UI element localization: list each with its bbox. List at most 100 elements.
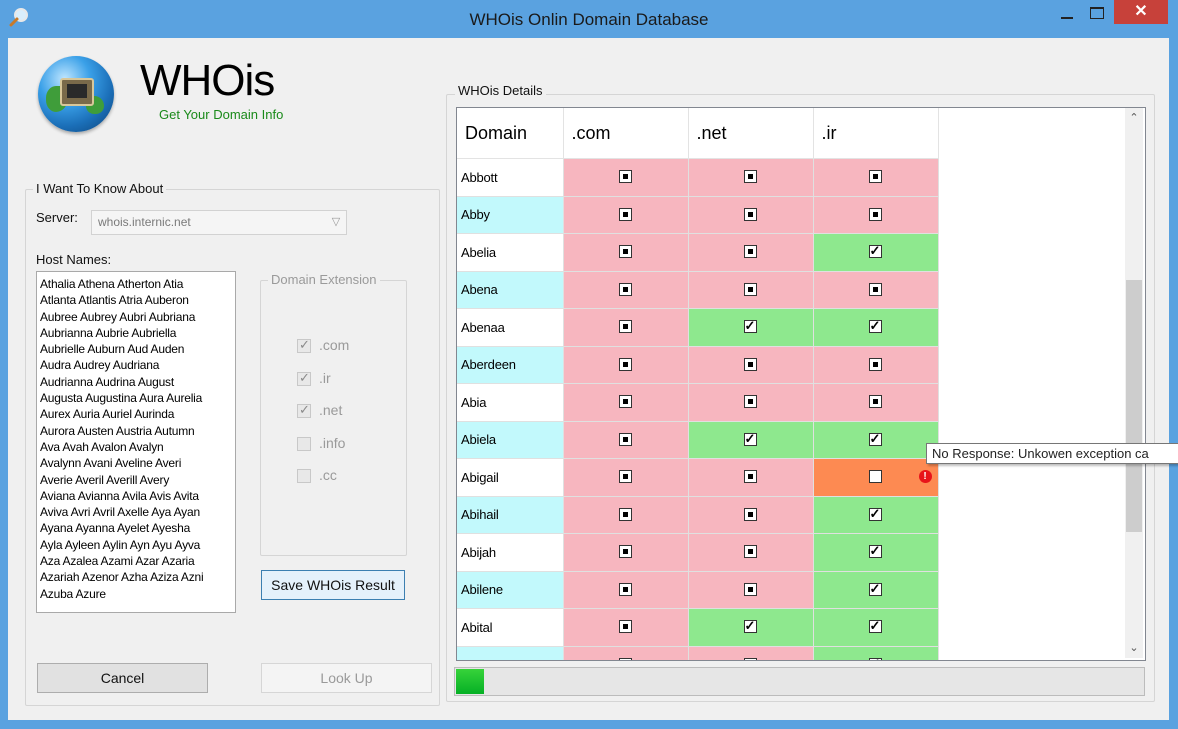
domain-name-cell[interactable]: Abby: [457, 196, 564, 234]
availability-cell[interactable]: [813, 346, 939, 384]
availability-checkbox[interactable]: [743, 318, 757, 334]
availability-checkbox[interactable]: [618, 470, 632, 484]
availability-cell[interactable]: [688, 533, 814, 572]
availability-checkbox[interactable]: [868, 357, 882, 371]
availability-cell[interactable]: [563, 458, 689, 497]
availability-cell[interactable]: [563, 346, 689, 384]
availability-checkbox[interactable]: [743, 545, 757, 559]
availability-cell[interactable]: [563, 233, 689, 272]
availability-cell[interactable]: [563, 421, 689, 459]
availability-checkbox[interactable]: [618, 657, 632, 660]
availability-cell[interactable]: [813, 496, 939, 534]
availability-cell[interactable]: [688, 308, 814, 347]
domain-name-cell[interactable]: Abiela: [457, 421, 564, 459]
availability-checkbox[interactable]: [743, 245, 757, 259]
table-row[interactable]: Abbott: [457, 158, 939, 197]
extension-checkbox[interactable]: [297, 337, 311, 353]
availability-checkbox[interactable]: [743, 507, 757, 521]
availability-checkbox[interactable]: [618, 282, 632, 296]
availability-checkbox[interactable]: [618, 207, 632, 221]
title-bar[interactable]: WHOis Onlin Domain Database ✕: [0, 0, 1178, 38]
table-row[interactable]: Aberdeen: [457, 346, 939, 384]
availability-cell[interactable]: [688, 346, 814, 384]
availability-cell[interactable]: [813, 158, 939, 197]
availability-cell[interactable]: [813, 646, 939, 660]
availability-checkbox[interactable]: [868, 618, 882, 634]
results-grid[interactable]: Domain.com.net.ir AbbottAbbyAbeliaAbenaA…: [456, 107, 1146, 661]
server-select[interactable]: whois.internic.net ▽: [91, 210, 347, 235]
availability-checkbox[interactable]: [743, 582, 757, 596]
availability-checkbox[interactable]: [618, 395, 632, 409]
domain-name-cell[interactable]: Abijah: [457, 533, 564, 572]
availability-checkbox[interactable]: [618, 320, 632, 334]
availability-cell[interactable]: [563, 533, 689, 572]
availability-checkbox[interactable]: [618, 357, 632, 371]
availability-cell[interactable]: [688, 571, 814, 609]
cancel-button[interactable]: Cancel: [37, 663, 208, 693]
domain-name-cell[interactable]: Abital: [457, 608, 564, 647]
availability-cell[interactable]: [813, 608, 939, 647]
domain-name-cell[interactable]: Abilene: [457, 571, 564, 609]
availability-cell[interactable]: [688, 196, 814, 234]
availability-cell[interactable]: [813, 233, 939, 272]
domain-name-cell[interactable]: Aberdeen: [457, 346, 564, 384]
lookup-button[interactable]: Look Up: [261, 663, 432, 693]
availability-checkbox[interactable]: [868, 170, 882, 184]
availability-checkbox[interactable]: [618, 545, 632, 559]
availability-checkbox[interactable]: [868, 506, 882, 522]
availability-checkbox[interactable]: [743, 395, 757, 409]
availability-checkbox[interactable]: [868, 282, 882, 296]
availability-cell[interactable]: [563, 496, 689, 534]
extension-checkbox[interactable]: [297, 370, 311, 386]
extension-checkbox[interactable]: [297, 402, 311, 418]
availability-cell[interactable]: [688, 158, 814, 197]
domain-name-cell[interactable]: Abbott: [457, 158, 564, 197]
table-row[interactable]: Abilene: [457, 571, 939, 609]
maximize-button[interactable]: [1082, 2, 1112, 24]
table-row[interactable]: Abelia: [457, 233, 939, 272]
domain-name-cell[interactable]: Abena: [457, 271, 564, 309]
extension-checkbox[interactable]: [297, 469, 311, 483]
availability-checkbox[interactable]: [743, 170, 757, 184]
table-row[interactable]: Abiela: [457, 421, 939, 459]
availability-cell[interactable]: [563, 158, 689, 197]
availability-checkbox[interactable]: [618, 620, 632, 634]
availability-cell[interactable]: [563, 646, 689, 660]
availability-checkbox[interactable]: [868, 207, 882, 221]
availability-checkbox[interactable]: [618, 245, 632, 259]
domain-name-cell[interactable]: Abigail: [457, 458, 564, 497]
availability-checkbox[interactable]: [743, 618, 757, 634]
table-row[interactable]: Abijah: [457, 533, 939, 572]
column-header[interactable]: .net: [688, 108, 814, 159]
table-row[interactable]: [457, 646, 939, 660]
availability-checkbox[interactable]: [743, 431, 757, 447]
close-button[interactable]: ✕: [1114, 0, 1168, 24]
domain-name-cell[interactable]: Abihail: [457, 496, 564, 534]
domain-name-cell[interactable]: Abelia: [457, 233, 564, 272]
availability-cell[interactable]: [813, 271, 939, 309]
table-row[interactable]: Abia: [457, 383, 939, 422]
availability-cell[interactable]: !: [813, 458, 939, 497]
availability-checkbox[interactable]: [618, 432, 632, 446]
column-header[interactable]: .ir: [813, 108, 939, 159]
domain-name-cell[interactable]: Abia: [457, 383, 564, 422]
column-header[interactable]: .com: [563, 108, 689, 159]
table-row[interactable]: Abital: [457, 608, 939, 647]
availability-cell[interactable]: [688, 496, 814, 534]
availability-checkbox[interactable]: [618, 582, 632, 596]
scroll-up-icon[interactable]: ⌃: [1125, 108, 1143, 128]
availability-checkbox[interactable]: [868, 543, 882, 559]
availability-cell[interactable]: [688, 233, 814, 272]
availability-cell[interactable]: [813, 533, 939, 572]
table-row[interactable]: Abena: [457, 271, 939, 309]
table-row[interactable]: Abenaa: [457, 308, 939, 347]
availability-checkbox[interactable]: [743, 282, 757, 296]
table-row[interactable]: Abigail!: [457, 458, 939, 497]
availability-checkbox[interactable]: [743, 357, 757, 371]
availability-cell[interactable]: [688, 421, 814, 459]
hostnames-textbox[interactable]: Athalia Athena Atherton Atia Atlanta Atl…: [36, 271, 236, 613]
availability-checkbox[interactable]: [868, 243, 882, 259]
availability-cell[interactable]: [563, 271, 689, 309]
availability-cell[interactable]: [688, 458, 814, 497]
domain-name-cell[interactable]: Abenaa: [457, 308, 564, 347]
